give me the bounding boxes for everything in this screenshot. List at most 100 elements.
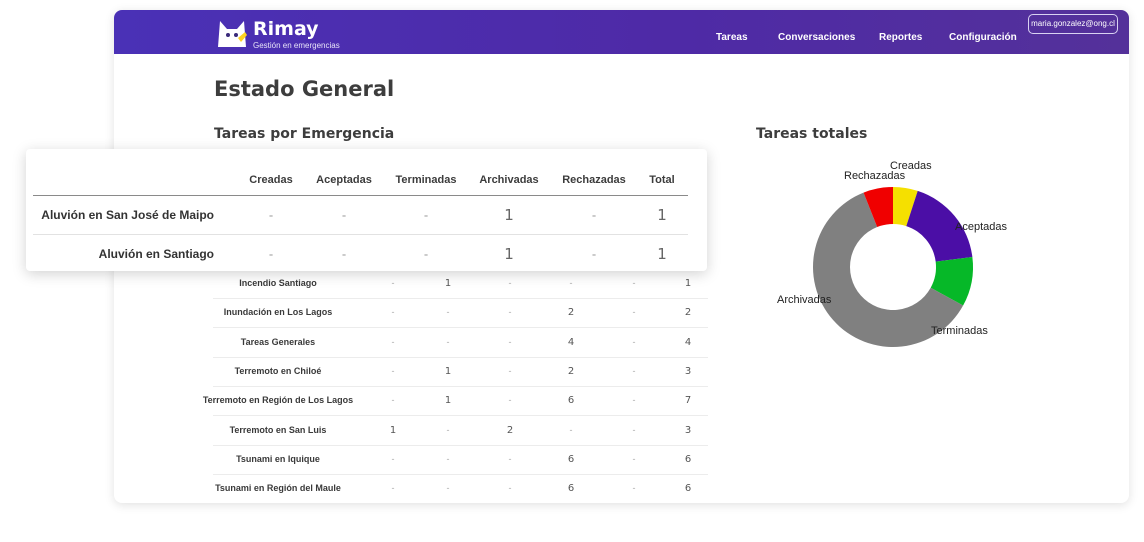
cell-creadas: - <box>391 483 395 494</box>
row-emergency-name: Tareas Generales <box>240 336 316 347</box>
cell-rechazadas: - <box>632 453 636 464</box>
popup-row-name: Aluvión en San José de Maipo <box>41 208 214 222</box>
donut-label-archivadas: Archivadas <box>777 294 832 306</box>
user-menu-button[interactable]: maria.gonzalez@ong.cl <box>1028 14 1118 34</box>
cell-rechazadas: - <box>632 278 636 288</box>
cell-archivadas: - <box>569 424 573 435</box>
cell-aceptadas: - <box>446 336 450 347</box>
cell-rechazadas: - <box>632 336 636 347</box>
navbar: Rimay Gestión en emergencias Tareas Conv… <box>114 10 1129 54</box>
cell-terminadas: - <box>508 365 512 376</box>
table-row[interactable]: Tareas Generales - - - 4 - 4 <box>213 328 708 358</box>
popup-cell-archivadas: 1 <box>504 245 514 263</box>
nav-conversaciones[interactable]: Conversaciones <box>778 32 855 44</box>
table-row[interactable]: Terremoto en Región de Los Lagos - 1 - 6 - 7 <box>203 386 708 417</box>
nav-tareas[interactable]: Tareas <box>716 32 748 44</box>
row-emergency-name: Terremoto en Región de Los Lagos <box>202 395 354 406</box>
section-title-tareas-totales: Tareas totales <box>756 126 868 142</box>
popup-cell-archivadas: 1 <box>504 206 514 224</box>
popup-cell-total: 1 <box>657 206 667 224</box>
cell-total: 6 <box>684 483 692 495</box>
page-title: Estado General <box>214 77 395 101</box>
cat-logo-icon <box>218 21 247 47</box>
cell-creadas: - <box>391 365 395 376</box>
brand-tagline: Gestión en emergencias <box>253 41 340 50</box>
cell-aceptadas: - <box>446 307 450 318</box>
table-row[interactable]: Terremoto en San Luis 1 - 2 - - 3 <box>213 416 708 446</box>
column-header-creadas: Creadas <box>249 174 293 186</box>
donut-label-rechazadas: Rechazadas <box>844 170 906 182</box>
cell-rechazadas: - <box>632 365 636 376</box>
cell-total: 2 <box>684 307 692 319</box>
nav-configuracion[interactable]: Configuración <box>949 32 1017 44</box>
popup-cell-aceptadas: - <box>341 207 347 223</box>
cell-total: 3 <box>684 424 692 436</box>
popup-row-name: Aluvión en Santiago <box>98 247 214 261</box>
column-header-aceptadas: Aceptadas <box>316 174 372 186</box>
cell-terminadas: - <box>508 307 512 318</box>
cell-aceptadas: - <box>446 483 450 494</box>
cell-terminadas: - <box>508 453 512 464</box>
table-row[interactable]: Tsunami en Región del Maule - - - 6 - 6 <box>213 474 708 503</box>
cell-rechazadas: - <box>632 424 636 435</box>
column-header-terminadas: Terminadas <box>395 174 457 186</box>
cell-creadas: 1 <box>389 424 397 436</box>
cell-archivadas: 6 <box>567 453 575 465</box>
popup-cell-rechazadas: - <box>591 246 597 262</box>
cell-aceptadas: - <box>446 453 450 464</box>
cell-total: 6 <box>684 453 692 465</box>
popup-cell-terminadas: - <box>423 207 429 223</box>
cell-total: 7 <box>684 395 692 407</box>
cell-archivadas: 4 <box>567 336 575 348</box>
popup-cell-creadas: - <box>268 207 274 223</box>
cell-creadas: - <box>391 453 395 464</box>
popup-cell-creadas: - <box>268 246 274 262</box>
cell-rechazadas: - <box>632 395 636 406</box>
row-emergency-name: Tsunami en Región del Maule <box>215 483 341 494</box>
cell-total: 3 <box>684 365 692 377</box>
section-title-tareas-por-emergencia: Tareas por Emergencia <box>214 126 395 142</box>
cell-aceptadas: - <box>446 424 450 435</box>
header-divider <box>33 195 688 196</box>
cell-terminadas: - <box>508 336 512 347</box>
cell-archivadas: 2 <box>567 365 575 377</box>
cell-creadas: - <box>391 278 395 288</box>
cell-aceptadas: 1 <box>444 395 452 407</box>
cell-archivadas: - <box>569 278 573 288</box>
row-emergency-name: Incendio Santiago <box>239 278 317 288</box>
row-divider <box>33 234 688 235</box>
cell-archivadas: 6 <box>567 483 575 495</box>
row-emergency-name: Inundación en Los Lagos <box>223 307 333 318</box>
cell-archivadas: 6 <box>567 395 575 407</box>
brand-name[interactable]: Rimay <box>253 18 319 40</box>
row-emergency-name: Tsunami en Iquique <box>236 453 320 464</box>
donut-label-terminadas: Terminadas <box>931 325 988 337</box>
table-row[interactable]: Inundación en Los Lagos - - - 2 - 2 <box>213 298 708 329</box>
row-emergency-name: Terremoto en Chiloé <box>234 365 322 376</box>
cell-total: 1 <box>684 278 692 289</box>
row-emergency-name: Terremoto en San Luis <box>229 424 327 435</box>
popup-cell-terminadas: - <box>423 246 429 262</box>
column-header-total: Total <box>649 174 675 186</box>
popup-cell-aceptadas: - <box>341 246 347 262</box>
cell-aceptadas: 1 <box>444 365 452 377</box>
table-zoom-popup: Creadas Aceptadas Terminadas Archivadas … <box>26 149 707 271</box>
donut-label-aceptadas: Aceptadas <box>955 221 1007 233</box>
cell-terminadas: - <box>508 278 512 288</box>
cell-creadas: - <box>391 336 395 347</box>
cell-rechazadas: - <box>632 307 636 318</box>
table-row[interactable]: Tsunami en Iquique - - - 6 - 6 <box>213 445 708 475</box>
column-header-rechazadas: Rechazadas <box>562 174 626 186</box>
nav-reportes[interactable]: Reportes <box>879 32 922 44</box>
cell-creadas: - <box>391 307 395 318</box>
cell-rechazadas: - <box>632 483 636 494</box>
table-row[interactable]: Incendio Santiago - 1 - - - 1 <box>213 269 708 299</box>
cell-creadas: - <box>391 395 395 406</box>
table-row[interactable]: Terremoto en Chiloé - 1 - 2 - 3 <box>213 357 708 387</box>
cell-terminadas: - <box>508 483 512 494</box>
popup-cell-total: 1 <box>657 245 667 263</box>
cell-archivadas: 2 <box>567 307 575 319</box>
cell-aceptadas: 1 <box>444 278 452 289</box>
cell-terminadas: - <box>508 395 512 406</box>
cell-total: 4 <box>684 336 692 348</box>
